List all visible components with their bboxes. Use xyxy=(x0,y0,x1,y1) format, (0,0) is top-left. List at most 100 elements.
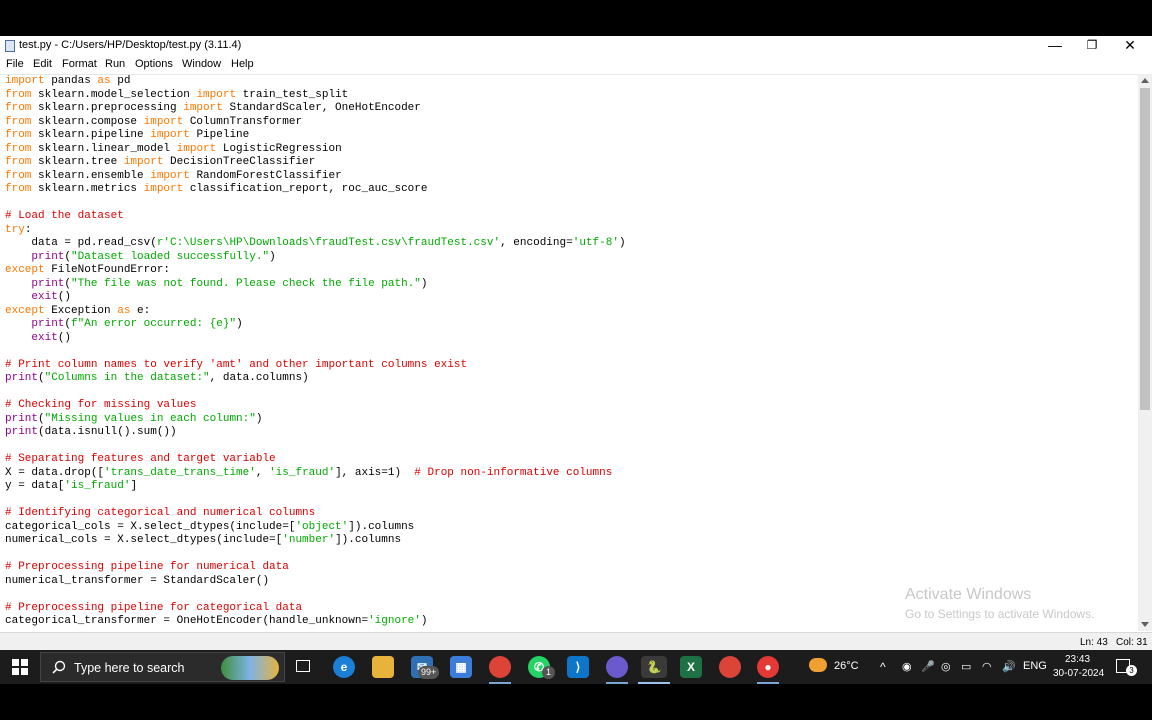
code-line: # Checking for missing values xyxy=(5,399,626,413)
code-editor[interactable]: import pandas as pd from sklearn.model_se… xyxy=(0,74,1138,632)
idle-python-icon[interactable]: 🐍 xyxy=(641,656,667,678)
code-token: print xyxy=(31,277,65,290)
code-token: sklearn.preprocessing xyxy=(31,102,184,114)
code-token: ) xyxy=(269,250,276,263)
weather-icon[interactable] xyxy=(809,658,827,672)
code-line: import pandas as pd xyxy=(5,75,626,89)
code-token: r'C:\Users\HP\Downloads\fraudTest.csv\fr… xyxy=(156,237,501,249)
code-token: Pipeline xyxy=(189,129,250,141)
code-token: # Separating features and target variabl… xyxy=(5,453,276,465)
maximize-button[interactable]: ❐ xyxy=(1073,36,1111,56)
code-line: print("The file was not found. Please ch… xyxy=(5,278,626,292)
camera-icon[interactable]: ◎ xyxy=(941,660,951,673)
clock-date[interactable]: 30-07-2024 xyxy=(1053,668,1104,679)
volume-icon[interactable]: 🔊 xyxy=(1002,660,1016,673)
idle-active-indicator xyxy=(638,682,670,684)
scroll-down-arrow-icon[interactable] xyxy=(1141,622,1149,627)
code-token: # Preprocessing pipeline for categorical… xyxy=(5,601,303,614)
microsoft-store-icon[interactable]: ▦ xyxy=(450,656,472,678)
code-token: as xyxy=(117,304,131,317)
close-button[interactable]: ✕ xyxy=(1111,36,1149,56)
code-token: data = pd.read_csv( xyxy=(5,237,157,249)
taskbar-search-box[interactable]: Type here to search xyxy=(40,652,285,682)
scroll-up-arrow-icon[interactable] xyxy=(1141,78,1149,83)
code-token: from xyxy=(5,115,32,128)
battery-icon[interactable]: ▭ xyxy=(961,660,971,673)
microphone-icon[interactable]: 🎤 xyxy=(921,660,935,673)
code-token: sklearn.linear_model xyxy=(31,142,177,155)
vertical-scrollbar[interactable] xyxy=(1138,74,1152,631)
task-view-icon[interactable] xyxy=(296,660,310,672)
menu-help[interactable]: Help xyxy=(231,58,254,70)
code-token: import xyxy=(143,183,184,195)
code-line: exit() xyxy=(5,291,626,305)
menu-file[interactable]: File xyxy=(6,58,24,70)
idle-editor-window: test.py - C:/Users/HP/Desktop/test.py (3… xyxy=(0,36,1152,651)
code-line: from sklearn.ensemble import RandomFores… xyxy=(5,170,626,184)
code-line: print("Columns in the dataset:", data.co… xyxy=(5,372,626,386)
chrome-profile-icon[interactable] xyxy=(719,656,741,678)
column-indicator: Col: 31 xyxy=(1116,637,1148,648)
code-line: # Identifying categorical and numerical … xyxy=(5,507,626,521)
vscode-icon[interactable]: ⟩ xyxy=(567,656,589,678)
file-explorer-icon[interactable] xyxy=(372,656,394,678)
code-line: y = data['is_fraud'] xyxy=(5,480,626,494)
code-token: except xyxy=(5,304,45,317)
code-token: LogisticRegression xyxy=(216,142,342,155)
chevron-up-icon[interactable]: ^ xyxy=(880,660,886,674)
code-token: sklearn.pipeline xyxy=(31,129,151,141)
code-token: numerical_transformer = StandardScaler() xyxy=(5,574,270,587)
code-line: try: xyxy=(5,224,626,238)
code-token: pandas xyxy=(44,75,98,87)
code-line: numerical_transformer = StandardScaler() xyxy=(5,575,626,589)
code-line: # Load the dataset xyxy=(5,210,626,224)
code-token: sklearn.metrics xyxy=(31,183,144,195)
code-token: pd xyxy=(110,75,131,87)
code-token: import xyxy=(5,75,45,87)
menu-run[interactable]: Run xyxy=(105,58,125,70)
code-token: ( xyxy=(38,412,45,425)
code-token: () xyxy=(57,331,72,344)
menu-format[interactable]: Format xyxy=(62,58,97,70)
search-highlight-illustration-icon xyxy=(221,656,279,680)
window-title: test.py - C:/Users/HP/Desktop/test.py (3… xyxy=(19,39,242,51)
app-icon[interactable] xyxy=(606,656,628,678)
code-token: 'is_fraud' xyxy=(269,466,336,479)
code-token: from xyxy=(5,142,32,155)
menu-options[interactable]: Options xyxy=(135,58,173,70)
mail-badge: 99+ xyxy=(418,666,440,679)
menu-window[interactable]: Window xyxy=(182,58,221,70)
code-token: ) xyxy=(420,277,428,290)
code-token: 'utf-8' xyxy=(572,237,619,249)
menu-edit[interactable]: Edit xyxy=(33,58,52,70)
tray-app-icon[interactable]: ◉ xyxy=(902,660,912,673)
weather-temperature[interactable]: 26°C xyxy=(834,660,859,672)
code-line: print(f"An error occurred: {e}") xyxy=(5,318,626,332)
code-token: from xyxy=(5,102,32,114)
notification-count-badge: 3 xyxy=(1126,665,1137,676)
code-token: print xyxy=(31,250,65,263)
code-token: except xyxy=(5,264,45,276)
screen-recorder-icon[interactable]: ● xyxy=(757,656,779,678)
code-token: ) xyxy=(255,412,263,425)
code-token: () xyxy=(57,291,72,303)
excel-icon[interactable]: X xyxy=(680,656,702,678)
code-token: print xyxy=(5,412,39,425)
chrome-icon[interactable] xyxy=(489,656,511,678)
clock-time[interactable]: 23:43 xyxy=(1065,654,1090,665)
windows-start-icon[interactable] xyxy=(12,659,28,675)
scrollbar-thumb[interactable] xyxy=(1140,88,1150,410)
wifi-icon[interactable]: ◠ xyxy=(982,660,992,673)
code-token: StandardScaler, OneHotEncoder xyxy=(222,102,421,114)
language-indicator[interactable]: ENG xyxy=(1023,660,1047,672)
python-file-icon xyxy=(5,40,15,52)
menu-bar: File Edit Format Run Options Window Help xyxy=(0,56,1152,74)
code-token: import xyxy=(183,102,223,114)
minimize-button[interactable]: — xyxy=(1036,36,1074,56)
edge-browser-icon[interactable]: e xyxy=(333,656,355,678)
